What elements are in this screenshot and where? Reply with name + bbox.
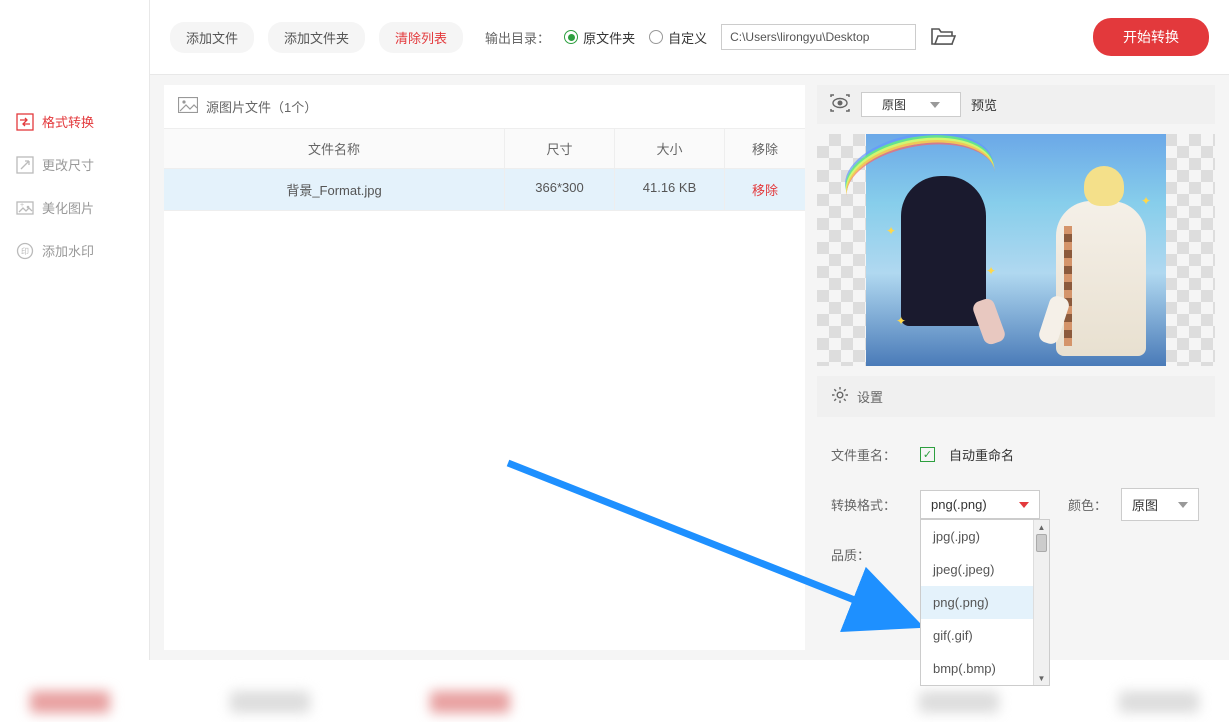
th-filename: 文件名称: [164, 129, 505, 168]
add-folder-button[interactable]: 添加文件夹: [268, 22, 365, 53]
rename-label: 文件重名：: [831, 445, 906, 464]
format-option-jpeg[interactable]: jpeg(.jpeg): [921, 553, 1049, 586]
resize-icon: [16, 156, 34, 174]
sidebar-item-resize[interactable]: 更改尺寸: [0, 143, 149, 186]
quality-label: 品质：: [831, 545, 906, 564]
file-list-panel: 源图片文件（1个） 文件名称 尺寸 大小 移除 背景_Format.jpg 36…: [164, 85, 805, 650]
radio-checked-icon: [564, 30, 578, 44]
svg-text:印: 印: [21, 247, 29, 256]
format-label: 转换格式：: [831, 495, 906, 514]
add-file-button[interactable]: 添加文件: [170, 22, 254, 53]
sidebar-item-label: 格式转换: [42, 112, 94, 131]
format-dropdown: jpg(.jpg) jpeg(.jpeg) png(.png) gif(.gif…: [920, 519, 1050, 686]
th-dimension: 尺寸: [505, 129, 615, 168]
folder-open-icon[interactable]: [930, 25, 956, 50]
table-row[interactable]: 背景_Format.jpg 366*300 41.16 KB 移除: [164, 169, 805, 211]
auto-rename-text: 自动重命名: [949, 445, 1014, 464]
taskbar: [0, 682, 1229, 722]
preview-zoom-select[interactable]: 原图: [861, 92, 961, 117]
chevron-down-icon: [1019, 502, 1029, 508]
sidebar-item-label: 更改尺寸: [42, 155, 94, 174]
td-filename: 背景_Format.jpg: [164, 169, 505, 210]
sidebar-item-label: 美化图片: [42, 198, 94, 217]
th-filesize: 大小: [615, 129, 725, 168]
dropdown-scrollbar[interactable]: ▲ ▼: [1033, 520, 1049, 685]
table-header: 文件名称 尺寸 大小 移除: [164, 129, 805, 169]
td-dimension: 366*300: [505, 169, 615, 210]
scrollbar-thumb[interactable]: [1036, 534, 1047, 552]
image-icon: [178, 97, 198, 116]
watermark-icon: 印: [16, 242, 34, 260]
scroll-down-icon[interactable]: ▼: [1034, 671, 1049, 685]
beautify-icon: +: [16, 199, 34, 217]
chevron-down-icon: [930, 102, 940, 108]
toolbar: 添加文件 添加文件夹 清除列表 输出目录： 原文件夹 自定义 开始转换: [150, 0, 1229, 75]
sidebar-item-label: 添加水印: [42, 241, 94, 260]
format-select[interactable]: png(.png): [920, 490, 1040, 519]
gear-icon: [831, 386, 849, 407]
radio-original-folder[interactable]: 原文件夹: [564, 28, 635, 47]
preview-label: 预览: [971, 95, 997, 114]
format-option-png[interactable]: png(.png): [921, 586, 1049, 619]
color-select[interactable]: 原图: [1121, 488, 1199, 521]
convert-icon: [16, 113, 34, 131]
sidebar-item-format-convert[interactable]: 格式转换: [0, 100, 149, 143]
auto-rename-checkbox[interactable]: ✓: [920, 447, 935, 462]
remove-row-button[interactable]: 移除: [725, 169, 805, 210]
output-dir-label: 输出目录：: [485, 28, 550, 47]
panel-title: 源图片文件（1个）: [206, 97, 317, 116]
output-path-input[interactable]: [721, 24, 916, 50]
format-option-jpg[interactable]: jpg(.jpg): [921, 520, 1049, 553]
format-option-bmp[interactable]: bmp(.bmp): [921, 652, 1049, 685]
radio-custom[interactable]: 自定义: [649, 28, 707, 47]
th-remove: 移除: [725, 129, 805, 168]
sidebar: 格式转换 更改尺寸 + 美化图片 印 添加水印: [0, 0, 150, 660]
color-label: 颜色：: [1068, 495, 1107, 514]
preview-eye-icon: [829, 94, 851, 115]
scroll-up-icon[interactable]: ▲: [1034, 520, 1049, 534]
settings-header: 设置: [817, 376, 1215, 417]
format-option-gif[interactable]: gif(.gif): [921, 619, 1049, 652]
chevron-down-icon: [1178, 502, 1188, 508]
preview-image: ✦ ✦ ✦ ✦: [817, 134, 1215, 366]
start-convert-button[interactable]: 开始转换: [1093, 18, 1209, 56]
td-filesize: 41.16 KB: [615, 169, 725, 210]
sidebar-item-watermark[interactable]: 印 添加水印: [0, 229, 149, 272]
preview-bar: 原图 预览: [817, 85, 1215, 124]
radio-unchecked-icon: [649, 30, 663, 44]
sidebar-item-beautify[interactable]: + 美化图片: [0, 186, 149, 229]
clear-list-button[interactable]: 清除列表: [379, 22, 463, 53]
